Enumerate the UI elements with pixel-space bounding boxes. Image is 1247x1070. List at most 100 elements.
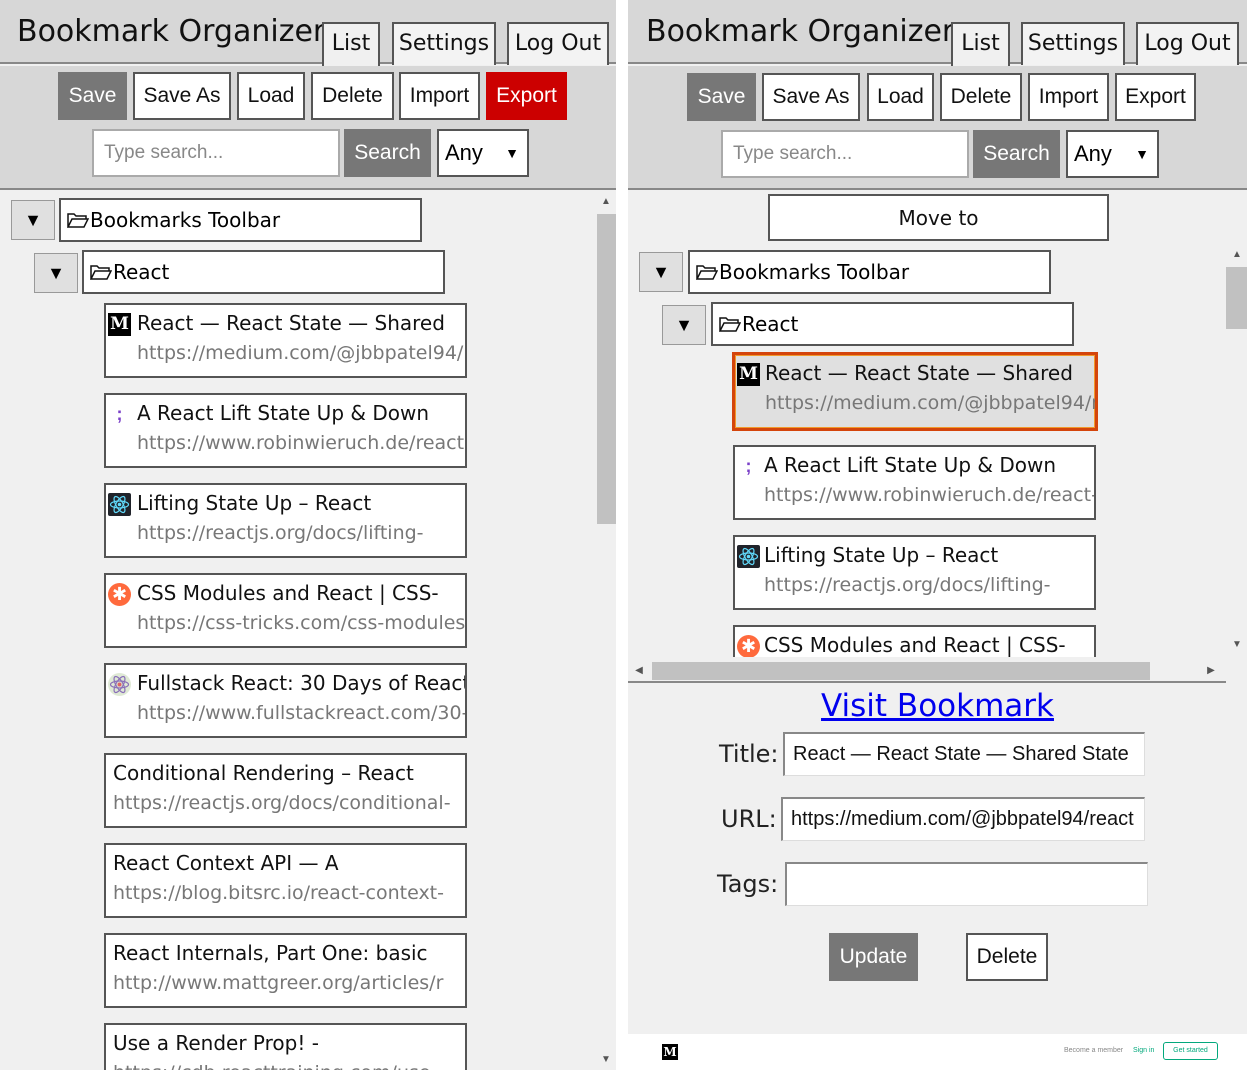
title-field[interactable]: React — React State — Shared State [783, 732, 1145, 776]
bookmark-url: https://css-tricks.com/css-modules- [137, 612, 467, 634]
search-input[interactable]: Type search... [721, 130, 969, 178]
robinwieruch-icon: ; [745, 456, 752, 476]
bookmark-item[interactable]: M React — React State — Shared https://m… [104, 303, 467, 378]
tags-label: Tags: [717, 870, 779, 898]
bookmark-url: https://www.robinwieruch.de/react- [137, 432, 467, 454]
folder-icon [696, 265, 718, 280]
bookmark-item[interactable]: ✱ CSS Modules and React | CSS- https://c… [733, 625, 1096, 657]
medium-logo-icon: M [662, 1044, 678, 1060]
update-button[interactable]: Update [829, 933, 918, 981]
tags-field[interactable] [785, 862, 1148, 906]
scroll-down-arrow[interactable]: ▼ [597, 1054, 615, 1065]
bookmark-title: Conditional Rendering – React [113, 761, 414, 785]
css-tricks-icon: ✱ [108, 583, 131, 606]
toggle-react-folder[interactable]: ▼ [662, 305, 706, 345]
delete-bookmark-button[interactable]: Delete [966, 933, 1048, 981]
bookmark-item-selected[interactable]: M React — React State — Shared https://m… [732, 352, 1098, 431]
folder-react[interactable]: React [711, 302, 1074, 346]
bookmark-title: A React Lift State Up & Down [764, 453, 1056, 477]
save-button[interactable]: Save [687, 73, 756, 121]
bookmark-url: https://reactjs.org/docs/conditional- [113, 792, 451, 814]
chevron-down-icon: ▼ [505, 145, 519, 161]
toggle-react-folder[interactable]: ▼ [34, 253, 78, 293]
scroll-up-arrow[interactable]: ▲ [597, 196, 615, 207]
bookmark-url: http://www.mattgreer.org/articles/r [113, 972, 444, 994]
export-button[interactable]: Export [486, 72, 567, 120]
tab-logout[interactable]: Log Out [1136, 22, 1239, 65]
filter-select[interactable]: Any ▼ [437, 129, 529, 177]
bookmark-url: https://cdb.reacttraining.com/use- [113, 1062, 437, 1070]
scroll-down-arrow[interactable]: ▼ [1228, 639, 1246, 650]
bookmark-title: CSS Modules and React | CSS- [764, 633, 1066, 657]
vertical-scrollbar[interactable]: ▲ ▼ [597, 192, 616, 1070]
toggle-bookmarks-toolbar[interactable]: ▼ [639, 252, 683, 292]
scrollbar-thumb[interactable] [652, 662, 1150, 680]
bookmark-title: Fullstack React: 30 Days of React [137, 671, 467, 695]
folder-label: Bookmarks Toolbar [90, 208, 281, 232]
vertical-scrollbar[interactable]: ▲ ▼ [1226, 245, 1247, 657]
bookmark-title: Use a Render Prop! - [113, 1031, 319, 1055]
tree-view: ▼ Bookmarks Toolbar ▼ React M React — Re… [628, 245, 1226, 657]
scroll-up-arrow[interactable]: ▲ [1228, 249, 1246, 260]
medium-icon: M [108, 313, 131, 336]
bookmark-url: https://www.fullstackreact.com/30- [137, 702, 467, 724]
delete-button[interactable]: Delete [311, 72, 394, 120]
bookmark-item[interactable]: ; A React Lift State Up & Down https://w… [733, 445, 1096, 520]
horizontal-scrollbar[interactable]: ◀ ▶ [628, 659, 1226, 683]
save-button[interactable]: Save [58, 72, 127, 120]
tab-list[interactable]: List [951, 22, 1010, 66]
save-as-button[interactable]: Save As [133, 72, 231, 120]
bookmark-item[interactable]: React Context API — A https://blog.bitsr… [104, 843, 467, 918]
scrollbar-thumb[interactable] [597, 214, 616, 524]
scroll-right-arrow[interactable]: ▶ [1202, 665, 1220, 676]
delete-button[interactable]: Delete [940, 73, 1022, 121]
bookmark-item[interactable]: ; A React Lift State Up & Down https://w… [104, 393, 467, 468]
bookmark-title: CSS Modules and React | CSS- [137, 581, 439, 605]
folder-bookmarks-toolbar[interactable]: Bookmarks Toolbar [688, 250, 1051, 294]
fullstack-react-icon [108, 673, 131, 696]
filter-select[interactable]: Any ▼ [1066, 130, 1159, 178]
url-field[interactable]: https://medium.com/@jbbpatel94/react [781, 797, 1145, 841]
scroll-left-arrow[interactable]: ◀ [630, 665, 648, 676]
bookmark-item[interactable]: Use a Render Prop! - https://cdb.reacttr… [104, 1023, 467, 1070]
import-button[interactable]: Import [1028, 73, 1109, 121]
header: Bookmark Organizer List Settings Log Out [628, 0, 1247, 66]
bookmark-item[interactable]: React Internals, Part One: basic http://… [104, 933, 467, 1008]
tab-settings[interactable]: Settings [1021, 22, 1125, 65]
tab-settings[interactable]: Settings [392, 22, 496, 65]
toggle-bookmarks-toolbar[interactable]: ▼ [11, 200, 55, 240]
filter-value: Any [1074, 141, 1112, 166]
load-button[interactable]: Load [867, 73, 934, 121]
load-button[interactable]: Load [237, 72, 305, 120]
bookmark-item[interactable]: Lifting State Up – React https://reactjs… [104, 483, 467, 558]
import-button[interactable]: Import [399, 72, 480, 120]
tab-logout[interactable]: Log Out [507, 22, 609, 65]
sign-in-link: Sign in [1133, 1047, 1155, 1054]
move-to-button[interactable]: Move to [768, 194, 1109, 241]
header: Bookmark Organizer List Settings Log Out [0, 0, 616, 66]
bookmark-item[interactable]: Conditional Rendering – React https://re… [104, 753, 467, 828]
bookmark-url: https://medium.com/@jbbpatel94/r [137, 342, 467, 364]
search-button[interactable]: Search [973, 130, 1060, 178]
folder-label: Bookmarks Toolbar [719, 260, 910, 284]
scrollbar-thumb[interactable] [1226, 267, 1247, 329]
search-input[interactable]: Type search... [92, 129, 340, 177]
bookmark-item[interactable]: Fullstack React: 30 Days of React https:… [104, 663, 467, 738]
bookmark-title: React — React State — Shared [765, 361, 1073, 385]
folder-bookmarks-toolbar[interactable]: Bookmarks Toolbar [59, 198, 422, 242]
visit-bookmark-link[interactable]: Visit Bookmark [628, 688, 1247, 724]
export-button[interactable]: Export [1115, 73, 1196, 121]
bookmark-title: A React Lift State Up & Down [137, 401, 429, 425]
folder-label: React [113, 260, 170, 284]
save-as-button[interactable]: Save As [762, 73, 860, 121]
bookmark-url: https://reactjs.org/docs/lifting- [764, 574, 1051, 596]
folder-react[interactable]: React [82, 250, 445, 294]
app-title: Bookmark Organizer [646, 14, 955, 49]
bookmark-item[interactable]: Lifting State Up – React https://reactjs… [733, 535, 1096, 610]
bookmark-item[interactable]: ✱ CSS Modules and React | CSS- https://c… [104, 573, 467, 648]
bookmark-title: React Context API — A [113, 851, 339, 875]
tab-list[interactable]: List [322, 22, 380, 66]
react-icon [737, 545, 760, 568]
search-button[interactable]: Search [344, 129, 431, 177]
become-member-link: Become a member [1064, 1047, 1124, 1054]
